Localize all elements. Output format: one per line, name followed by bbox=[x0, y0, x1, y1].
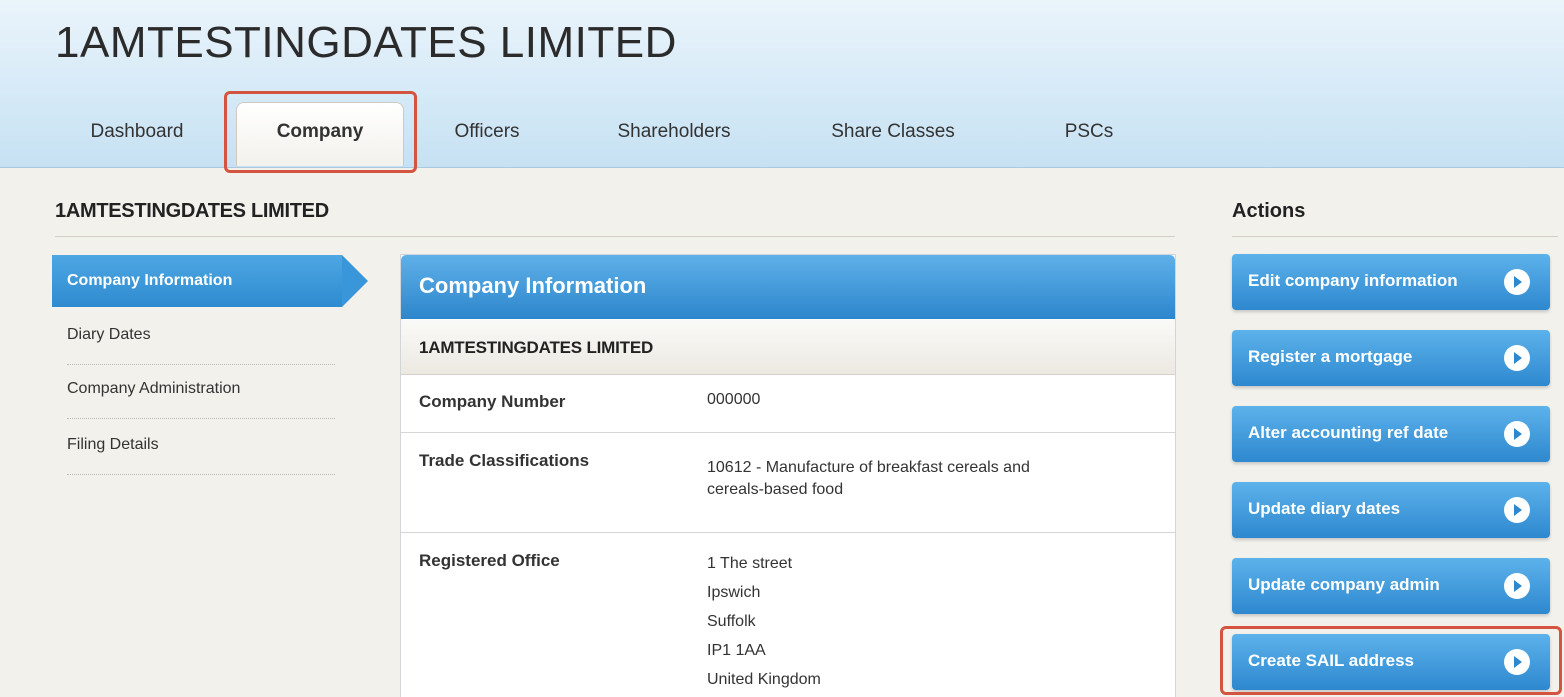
edit-company-information-button[interactable]: Edit company information bbox=[1232, 254, 1550, 310]
action-label: Edit company information bbox=[1248, 271, 1458, 290]
address-line: 1 The street bbox=[707, 555, 793, 572]
tab-officers[interactable]: Officers bbox=[428, 106, 546, 166]
section-title: 1AMTESTINGDATES LIMITED bbox=[55, 200, 329, 222]
address-line: Suffolk bbox=[707, 613, 756, 630]
action-label: Update company admin bbox=[1248, 575, 1440, 594]
info-value: 1 The street Ipswich Suffolk IP1 1AA Uni… bbox=[707, 549, 821, 694]
play-circle-icon bbox=[1504, 269, 1530, 295]
update-company-admin-button[interactable]: Update company admin bbox=[1232, 558, 1550, 614]
info-row-registered-office: Registered Office 1 The street Ipswich S… bbox=[401, 533, 1175, 697]
tab-dashboard[interactable]: Dashboard bbox=[62, 106, 212, 166]
action-label: Register a mortgage bbox=[1248, 347, 1413, 366]
play-circle-icon bbox=[1504, 345, 1530, 371]
play-circle-icon bbox=[1504, 421, 1530, 447]
play-circle-icon bbox=[1504, 497, 1530, 523]
tab-pscs[interactable]: PSCs bbox=[1034, 106, 1144, 166]
sidebar-active-arrow bbox=[342, 255, 368, 307]
update-diary-dates-button[interactable]: Update diary dates bbox=[1232, 482, 1550, 538]
sidebar-item-company-administration[interactable]: Company Administration bbox=[67, 380, 335, 419]
company-information-panel: Company Information 1AMTESTINGDATES LIMI… bbox=[400, 254, 1176, 697]
address-line: IP1 1AA bbox=[707, 642, 766, 659]
sidebar-item-filing-details[interactable]: Filing Details bbox=[67, 436, 335, 475]
panel-subtitle: 1AMTESTINGDATES LIMITED bbox=[401, 319, 1175, 375]
tab-shareholders[interactable]: Shareholders bbox=[590, 106, 758, 166]
info-label: Company Number bbox=[419, 392, 566, 411]
tab-company[interactable]: Company bbox=[236, 102, 404, 166]
address-line: United Kingdom bbox=[707, 671, 821, 688]
info-row-trade-classifications: Trade Classifications 10612 - Manufactur… bbox=[401, 433, 1175, 533]
address-line: Ipswich bbox=[707, 584, 761, 601]
sidebar-item-diary-dates[interactable]: Diary Dates bbox=[67, 326, 335, 365]
actions-divider bbox=[1232, 236, 1558, 237]
info-row-company-number: Company Number 000000 bbox=[401, 375, 1175, 433]
tab-share-classes[interactable]: Share Classes bbox=[800, 106, 986, 166]
company-title: 1AMTESTINGDATES LIMITED bbox=[55, 18, 677, 67]
panel-title: Company Information bbox=[401, 255, 1175, 319]
play-circle-icon bbox=[1504, 573, 1530, 599]
info-value: 10612 - Manufacture of breakfast cereals… bbox=[707, 457, 1030, 501]
info-label: Trade Classifications bbox=[419, 451, 590, 470]
action-label: Alter accounting ref date bbox=[1248, 423, 1449, 442]
register-mortgage-button[interactable]: Register a mortgage bbox=[1232, 330, 1550, 386]
page-header: 1AMTESTINGDATES LIMITED Dashboard Compan… bbox=[0, 0, 1564, 168]
action-label: Create SAIL address bbox=[1248, 651, 1414, 670]
info-value-line: 10612 - Manufacture of breakfast cereals… bbox=[707, 459, 1030, 476]
action-label: Update diary dates bbox=[1248, 499, 1401, 518]
info-value: 000000 bbox=[707, 391, 761, 408]
main-tabs: Dashboard Company Officers Shareholders … bbox=[0, 96, 1564, 168]
info-value-line: cereals-based food bbox=[707, 481, 844, 498]
actions-title: Actions bbox=[1232, 200, 1306, 222]
sidebar-item-company-information[interactable]: Company Information bbox=[52, 255, 342, 307]
info-label: Registered Office bbox=[419, 551, 560, 570]
create-sail-address-button[interactable]: Create SAIL address bbox=[1232, 634, 1550, 690]
section-divider bbox=[55, 236, 1175, 237]
alter-accounting-ref-date-button[interactable]: Alter accounting ref date bbox=[1232, 406, 1550, 462]
play-circle-icon bbox=[1504, 649, 1530, 675]
